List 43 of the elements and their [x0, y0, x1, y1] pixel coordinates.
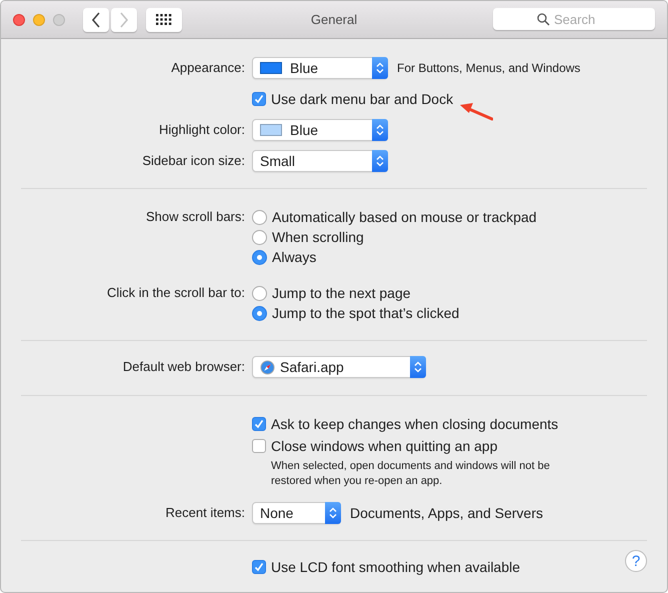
radio-button[interactable]: When scrolling [252, 227, 537, 247]
checkbox[interactable]: Use dark menu bar and Dock [252, 89, 454, 109]
description-text: For Buttons, Menus, and Windows [397, 61, 580, 75]
back-button[interactable] [83, 8, 109, 32]
close-button[interactable] [13, 14, 25, 26]
radio-button[interactable]: Jump to the spot that’s clicked [252, 303, 460, 323]
chevron-right-icon [119, 12, 129, 28]
setting-label: Recent items: [166, 505, 245, 520]
search-icon [537, 13, 550, 26]
radio-button[interactable]: Jump to the next page [252, 283, 460, 303]
setting-label: Sidebar icon size: [142, 153, 245, 168]
setting-label: Default web browser: [122, 359, 245, 374]
stepper-icon [372, 119, 388, 141]
description-text: Documents, Apps, and Servers [350, 505, 543, 521]
show-all-button[interactable] [146, 8, 182, 32]
stepper-icon [410, 356, 426, 378]
popup-button[interactable]: Blue [252, 57, 388, 79]
setting-label: Show scroll bars: [146, 209, 245, 224]
popup-button[interactable]: None [252, 502, 341, 524]
checkbox[interactable]: Close windows when quitting an app [252, 436, 498, 456]
checkmark-icon [254, 419, 264, 429]
setting-label: Highlight color: [159, 122, 245, 137]
setting-label: Click in the scroll bar to: [107, 285, 245, 300]
stepper-icon [372, 150, 388, 172]
minimize-button[interactable] [33, 14, 45, 26]
chevron-left-icon [91, 12, 101, 28]
stepper-icon [372, 57, 388, 79]
checkbox[interactable]: Ask to keep changes when closing documents [252, 414, 558, 434]
stepper-icon [325, 502, 341, 524]
checkmark-icon [254, 94, 264, 104]
radio-button[interactable]: Automatically based on mouse or trackpad [252, 207, 537, 227]
window-title: General [310, 12, 358, 27]
popup-button[interactable]: Safari.app [252, 356, 426, 378]
checkbox[interactable]: Use LCD font smoothing when available [252, 557, 520, 577]
checkmark-icon [254, 562, 264, 572]
popup-button[interactable]: Blue [252, 119, 388, 141]
setting-label: Appearance: [171, 60, 245, 75]
help-button[interactable]: ? [625, 550, 647, 572]
hint-text: When selected, open documents and windows will not be restored when you re-open an app. [271, 459, 551, 489]
popup-button[interactable]: Small [252, 150, 388, 172]
radio-button[interactable]: Always [252, 247, 537, 267]
search-field[interactable]: Search [493, 8, 655, 30]
grid-icon [156, 14, 172, 26]
